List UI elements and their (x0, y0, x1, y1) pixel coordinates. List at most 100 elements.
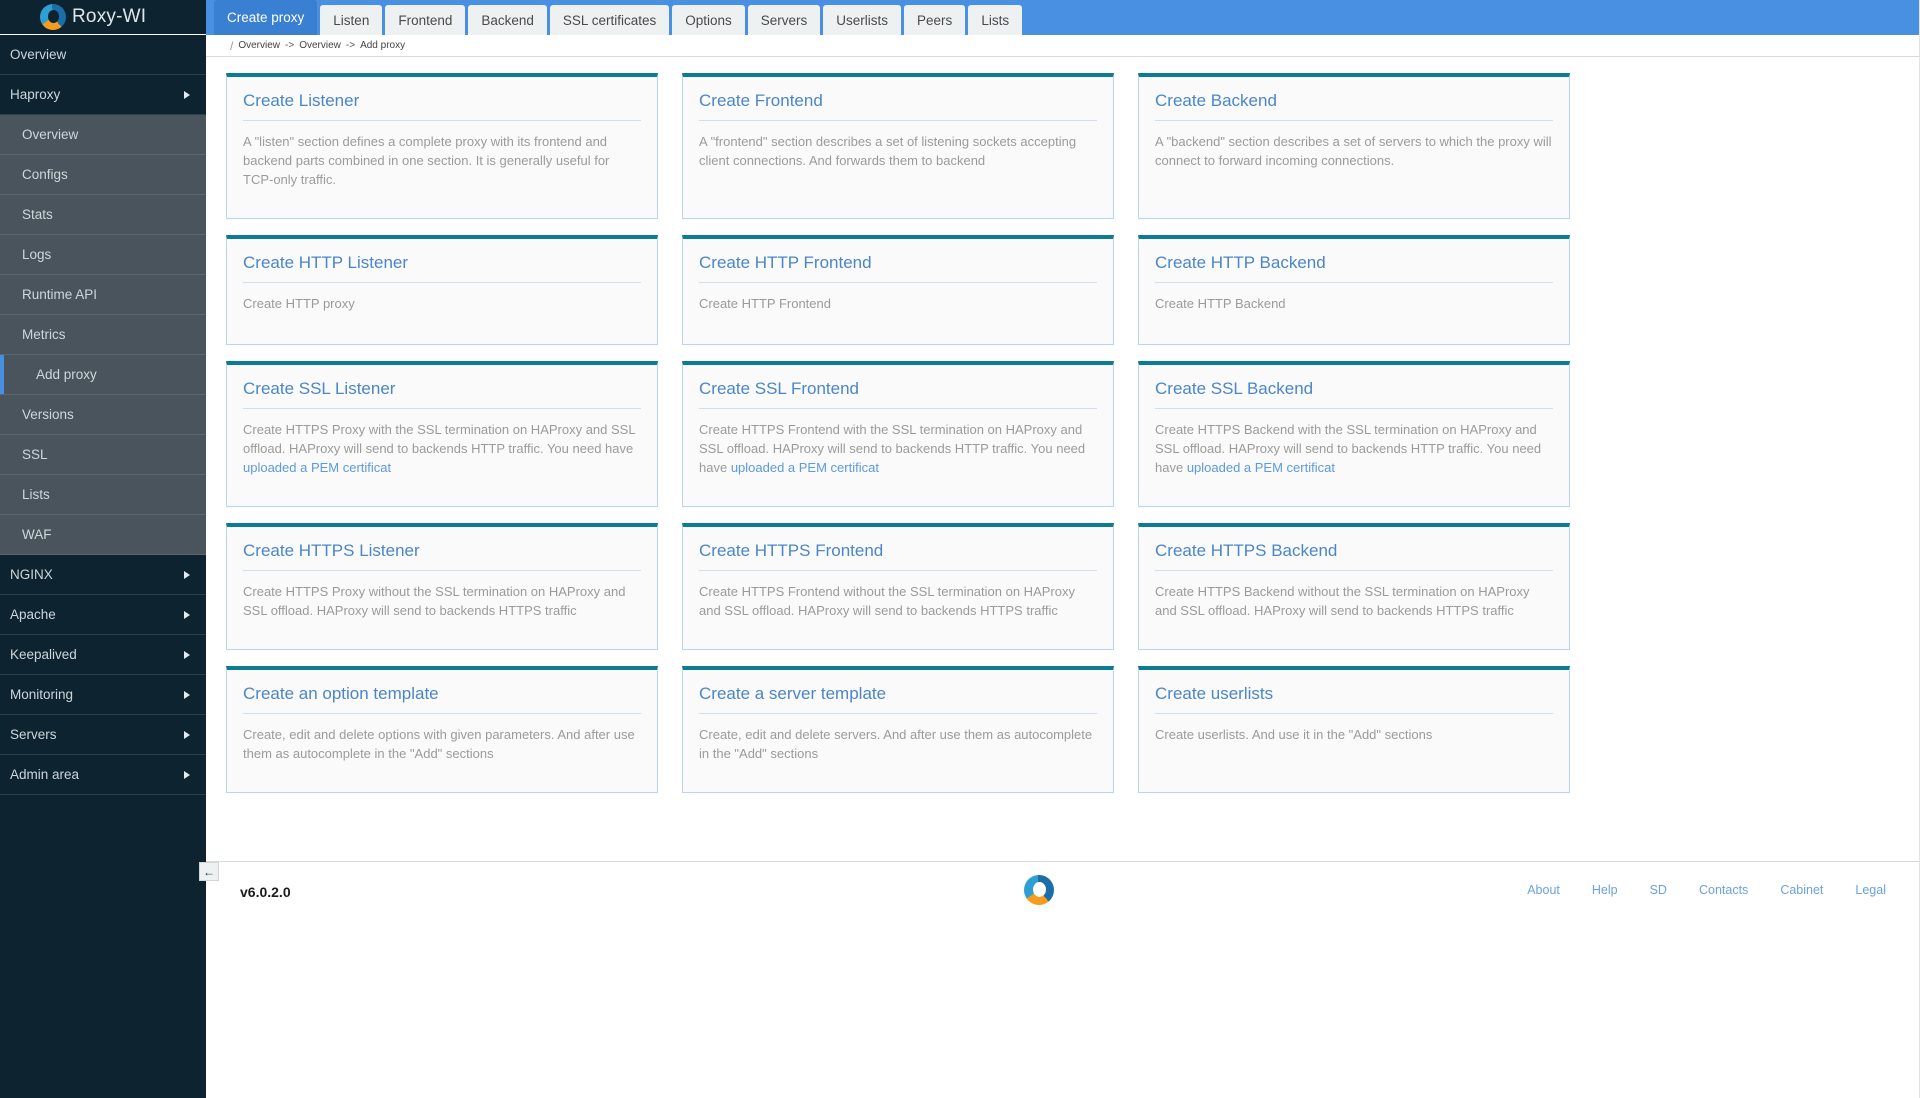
sidebar-item-haproxy[interactable]: Haproxy (0, 75, 206, 115)
card-create-https-listener[interactable]: Create HTTPS Listener Create HTTPS Proxy … (226, 523, 658, 650)
card-create-userlists[interactable]: Create userlists Create userlists. And us… (1138, 666, 1570, 793)
card-description: A "backend" section describes a set of s… (1155, 132, 1553, 170)
card-title[interactable]: Create HTTPS Listener (243, 541, 641, 571)
card-description: Create HTTPS Frontend with the SSL termi… (699, 420, 1097, 477)
sidebar-item-label: WAF (22, 527, 52, 542)
card-title[interactable]: Create Listener (243, 91, 641, 121)
tab-create-proxy[interactable]: Create proxy (214, 0, 318, 35)
sidebar-item-stats[interactable]: Stats (0, 195, 206, 235)
card-title[interactable]: Create HTTP Frontend (699, 253, 1097, 283)
chevron-right-icon (184, 610, 190, 619)
card-create-http-frontend[interactable]: Create HTTP Frontend Create HTTP Frontend (682, 235, 1114, 345)
footer-link-cabinet[interactable]: Cabinet (1780, 883, 1823, 897)
tab-peers[interactable]: Peers (904, 5, 966, 35)
sidebar-item-versions[interactable]: Versions (0, 395, 206, 435)
brand-name: Roxy-WI (72, 6, 147, 27)
card-create-backend[interactable]: Create Backend A "backend" section descri… (1138, 73, 1570, 219)
sidebar-item-nginx[interactable]: NGINX (0, 555, 206, 595)
chevron-right-icon (184, 90, 190, 99)
card-title[interactable]: Create Frontend (699, 91, 1097, 121)
card-description-text: Create HTTP Frontend (699, 296, 831, 311)
brand: Roxy-WI (0, 0, 206, 35)
footer-link-about[interactable]: About (1527, 883, 1560, 897)
sidebar-nav: Overview Haproxy Overview Configs Stats Logs R… (0, 35, 206, 795)
card-title[interactable]: Create SSL Frontend (699, 379, 1097, 409)
card-create-listener[interactable]: Create Listener A "listen" section define… (226, 73, 658, 219)
roxy-wi-logo-icon (1024, 875, 1054, 905)
tab-listen[interactable]: Listen (320, 5, 383, 35)
tab-lists[interactable]: Lists (968, 5, 1023, 35)
card-grid: Create Listener A "listen" section define… (226, 73, 1578, 793)
tab-servers[interactable]: Servers (747, 5, 821, 35)
card-create-ssl-backend[interactable]: Create SSL Backend Create HTTPS Backend w… (1138, 361, 1570, 507)
sidebar-item-label: Overview (22, 127, 79, 142)
tab-options[interactable]: Options (672, 5, 745, 35)
card-create-http-listener[interactable]: Create HTTP Listener Create HTTP proxy (226, 235, 658, 345)
chevron-right-icon (184, 650, 190, 659)
card-create-http-backend[interactable]: Create HTTP Backend Create HTTP Backend (1138, 235, 1570, 345)
card-description: Create, edit and delete options with giv… (243, 725, 641, 763)
card-title[interactable]: Create HTTPS Frontend (699, 541, 1097, 571)
card-title[interactable]: Create HTTP Backend (1155, 253, 1553, 283)
sidebar-item-waf[interactable]: WAF (0, 515, 206, 555)
sidebar-item-apache[interactable]: Apache (0, 595, 206, 635)
pem-certificate-link[interactable]: uploaded a PEM certificat (243, 460, 391, 475)
card-title[interactable]: Create a server template (699, 684, 1097, 714)
sidebar-item-label: Logs (22, 247, 52, 262)
sidebar-item-add-proxy[interactable]: Add proxy (0, 355, 206, 395)
sidebar-item-label: NGINX (10, 567, 53, 582)
sidebar-item-ssl[interactable]: SSL (0, 435, 206, 475)
tab-userlists[interactable]: Userlists (823, 5, 902, 35)
card-title[interactable]: Create SSL Listener (243, 379, 641, 409)
sidebar-item-label: SSL (22, 447, 48, 462)
tab-bar: Create proxy Listen Frontend Backend SSL cer… (206, 0, 1920, 35)
sidebar-item-metrics[interactable]: Metrics (0, 315, 206, 355)
sidebar-item-logs[interactable]: Logs (0, 235, 206, 275)
card-create-a-server-template[interactable]: Create a server template Create, edit and… (682, 666, 1114, 793)
card-description-text: Create HTTPS Frontend without the SSL te… (699, 584, 1075, 618)
sidebar-item-configs[interactable]: Configs (0, 155, 206, 195)
card-description: Create HTTP Backend (1155, 294, 1553, 313)
footer-link-contacts[interactable]: Contacts (1699, 883, 1748, 897)
sidebar-item-servers[interactable]: Servers (0, 715, 206, 755)
tab-ssl-certificates[interactable]: SSL certificates (549, 5, 670, 35)
card-create-ssl-frontend[interactable]: Create SSL Frontend Create HTTPS Frontend… (682, 361, 1114, 507)
card-create-an-option-template[interactable]: Create an option template Create, edit an… (226, 666, 658, 793)
tab-frontend[interactable]: Frontend (385, 5, 466, 35)
sidebar-item-runtime-api[interactable]: Runtime API (0, 275, 206, 315)
footer-link-legal[interactable]: Legal (1855, 883, 1886, 897)
card-description-text: Create HTTPS Proxy without the SSL termi… (243, 584, 626, 618)
card-create-frontend[interactable]: Create Frontend A "frontend" section desc… (682, 73, 1114, 219)
card-title[interactable]: Create HTTPS Backend (1155, 541, 1553, 571)
sidebar-item-overview[interactable]: Overview (0, 115, 206, 155)
chevron-right-icon (184, 770, 190, 779)
card-create-https-backend[interactable]: Create HTTPS Backend Create HTTPS Backend… (1138, 523, 1570, 650)
card-title[interactable]: Create an option template (243, 684, 641, 714)
card-description-text: Create HTTP proxy (243, 296, 355, 311)
footer-link-help[interactable]: Help (1592, 883, 1618, 897)
sidebar-item-overview[interactable]: Overview (0, 35, 206, 75)
card-description: Create, edit and delete servers. And aft… (699, 725, 1097, 763)
sidebar-item-label: Add proxy (36, 367, 97, 382)
card-title[interactable]: Create SSL Backend (1155, 379, 1553, 409)
tab-backend[interactable]: Backend (468, 5, 547, 35)
sidebar-item-lists[interactable]: Lists (0, 475, 206, 515)
card-title[interactable]: Create userlists (1155, 684, 1553, 714)
sidebar-item-label: Versions (22, 407, 74, 422)
sidebar-item-label: Metrics (22, 327, 66, 342)
pem-certificate-link[interactable]: uploaded a PEM certificat (1187, 460, 1335, 475)
sidebar-item-keepalived[interactable]: Keepalived (0, 635, 206, 675)
card-create-ssl-listener[interactable]: Create SSL Listener Create HTTPS Proxy wi… (226, 361, 658, 507)
card-title[interactable]: Create Backend (1155, 91, 1553, 121)
footer-link-sd[interactable]: SD (1650, 883, 1667, 897)
card-title[interactable]: Create HTTP Listener (243, 253, 641, 283)
card-description: Create HTTPS Frontend without the SSL te… (699, 582, 1097, 620)
breadcrumb-item-0[interactable]: Overview (238, 40, 280, 51)
breadcrumb-item-1[interactable]: Overview (299, 40, 341, 51)
pem-certificate-link[interactable]: uploaded a PEM certificat (731, 460, 879, 475)
sidebar-item-monitoring[interactable]: Monitoring (0, 675, 206, 715)
sidebar-collapse-button[interactable]: ← (199, 862, 219, 881)
card-create-https-frontend[interactable]: Create HTTPS Frontend Create HTTPS Fronte… (682, 523, 1114, 650)
content-area: Create Listener A "listen" section define… (206, 57, 1920, 847)
sidebar-item-admin-area[interactable]: Admin area (0, 755, 206, 795)
